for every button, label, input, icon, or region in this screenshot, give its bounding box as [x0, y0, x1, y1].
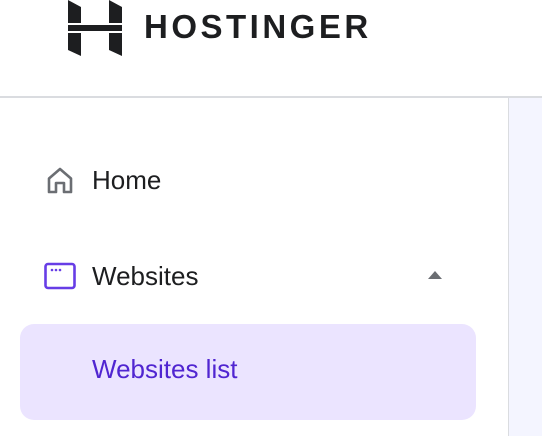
- brand-name: HOSTINGER: [144, 7, 372, 45]
- top-header: HOSTINGER: [0, 0, 542, 98]
- sidebar-item-home[interactable]: Home: [0, 160, 508, 200]
- sidebar: Home Websites Websites list: [0, 98, 509, 436]
- home-icon: [44, 164, 76, 196]
- main-content-area: [509, 98, 542, 436]
- hostinger-logo-icon: [68, 0, 122, 56]
- sidebar-subitem-label: Websites list: [92, 354, 238, 384]
- sidebar-item-label: Websites: [92, 261, 199, 291]
- hostinger-logo[interactable]: HOSTINGER: [68, 0, 372, 56]
- sidebar-item-websites[interactable]: Websites: [0, 256, 508, 296]
- app-window: HOSTINGER Home Websites Websites list: [0, 0, 542, 436]
- chevron-up-icon[interactable]: [428, 271, 442, 279]
- sidebar-subitem-websites-list[interactable]: Websites list: [20, 324, 476, 420]
- sidebar-item-label: Home: [92, 165, 162, 195]
- browser-window-icon: [44, 260, 76, 292]
